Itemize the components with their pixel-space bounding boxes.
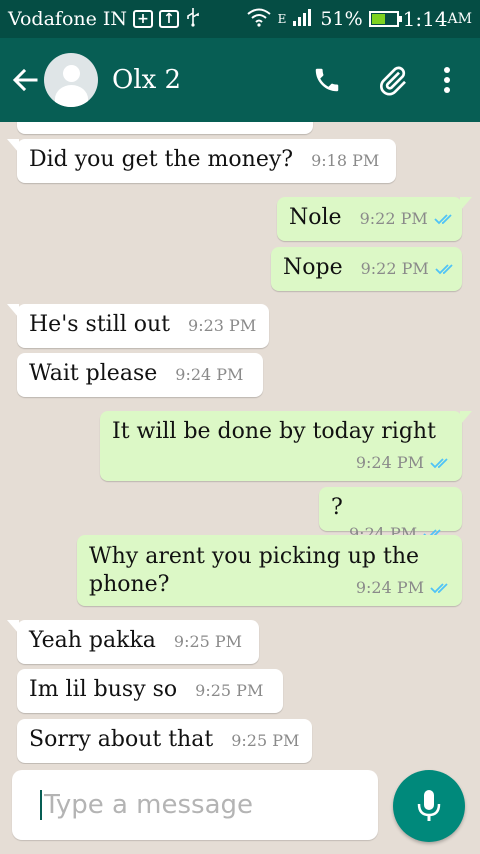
battery-icon [368,11,402,27]
double-check-read-icon [430,454,452,473]
double-check-read-icon [434,210,456,229]
message-time: 9:25 PM [173,632,243,651]
voice-call-button[interactable] [304,57,350,103]
arrow-left-icon [12,68,38,92]
message-bubble-outgoing[interactable]: It will be done by today right 9:24 PM [100,411,472,481]
message-bubble-incoming[interactable]: He's still out 9:23 PM [7,304,269,348]
message-bubble-outgoing[interactable]: Nope 9:22 PM [271,247,462,291]
message-input[interactable] [40,790,368,820]
add-notification-icon: + [133,10,154,28]
double-check-read-icon [430,579,452,598]
message-time: 9:18 PM [311,151,380,170]
message-bubble-incoming[interactable]: Wait please 9:24 PM [17,353,263,397]
message-text: Sorry about that [29,727,214,752]
attach-button[interactable] [370,57,416,103]
carrier-name: Vodafone IN [8,8,128,30]
message-time: 9:24 PM [355,453,424,472]
clock-time: 1:14 [402,7,448,31]
message-text: Did you get the money? [29,147,294,172]
message-text: Nope [283,255,343,280]
message-time: 9:23 PM [188,316,257,335]
message-bubble-outgoing[interactable]: ?9:24 PM [319,487,462,543]
phone-icon [315,68,339,92]
message-text: It will be done by today right [112,419,436,444]
message-bubble-outgoing[interactable]: Nole 9:22 PM [277,197,472,241]
wifi-icon [246,7,272,31]
message-bubble-incoming[interactable]: Yeah pakka 9:25 PM [7,620,259,664]
network-type-label: E [277,12,287,26]
avatar-placeholder-icon [63,65,80,82]
message-text: Wait please [29,361,158,386]
back-button[interactable] [10,65,40,95]
message-bubble-outgoing[interactable]: Why arent you picking up the phone? 9:24… [77,535,462,606]
chat-header: Olx 2 [0,38,480,122]
status-bar: Vodafone IN + ↑ E 51% 1:14 AM [0,0,480,38]
upload-notification-icon: ↑ [159,10,180,28]
message-list[interactable]: Did you get the money? 9:18 PM Nole 9:22 P… [0,122,480,764]
message-bubble-partial [17,122,313,134]
message-bubble-incoming[interactable]: Sorry about that 9:25 PM [17,719,312,763]
message-text: He's still out [29,312,171,337]
message-time: 9:25 PM [195,681,264,700]
signal-icon [292,7,314,31]
paperclip-icon [380,66,406,96]
more-vert-icon [444,67,450,93]
double-check-read-icon [435,260,457,279]
message-composer [12,770,378,840]
message-text: Im lil busy so [29,677,178,702]
battery-percent: 51% [320,8,363,30]
message-text: Yeah pakka [29,628,156,653]
message-time: 9:24 PM [175,365,244,384]
message-time: 9:22 PM [360,259,429,278]
message-text: Nole [289,205,342,230]
message-bubble-incoming[interactable]: Did you get the money? 9:18 PM [7,139,396,183]
clock-ampm: AM [447,11,472,27]
contact-name[interactable]: Olx 2 [112,65,284,95]
microphone-icon [417,790,441,821]
message-time: 9:24 PM [355,578,424,597]
message-time: 9:22 PM [359,209,428,228]
overflow-menu-button[interactable] [424,57,470,103]
message-bubble-incoming[interactable]: Im lil busy so 9:25 PM [17,669,283,713]
usb-icon [185,7,201,31]
voice-message-button[interactable] [393,770,465,842]
message-text: ? [331,495,343,520]
message-time: 9:25 PM [231,731,300,750]
avatar[interactable] [44,53,98,107]
